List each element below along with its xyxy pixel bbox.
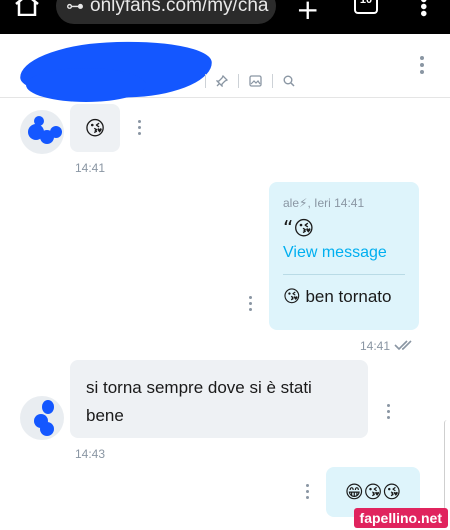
message-options-icon[interactable] (246, 296, 254, 314)
divider (272, 74, 273, 88)
browser-toolbar: ⊶ onlyfans.com/my/cha + 10 ••• (0, 0, 450, 34)
avatar[interactable] (20, 396, 64, 440)
address-bar[interactable]: ⊶ onlyfans.com/my/cha (56, 0, 276, 24)
tabs-switcher-icon[interactable]: 10 (354, 0, 378, 14)
message-text: si torna sempre dove si è stati bene (86, 378, 312, 425)
message-emoji: 😘 (84, 116, 106, 140)
pin-icon[interactable] (216, 75, 228, 87)
avatar[interactable] (20, 110, 64, 154)
browser-menu-icon[interactable]: ••• (412, 0, 434, 17)
site-settings-icon[interactable]: ⊶ (66, 0, 84, 17)
double-check-icon (394, 340, 412, 351)
header-actions (205, 74, 295, 88)
message-bubble-incoming[interactable]: 😘 (70, 104, 120, 152)
tabs-count: 10 (359, 0, 373, 6)
message-text: 😘 ben tornato (283, 287, 392, 306)
chat-options-icon[interactable] (418, 56, 426, 77)
reply-author: ale⚡, Ieri 14:41 (283, 196, 365, 210)
message-time: 14:43 (75, 447, 106, 461)
message-options-icon[interactable] (384, 404, 392, 422)
reply-divider (283, 274, 405, 275)
reply-quote: “😘 (283, 216, 315, 240)
chat-header (0, 34, 450, 103)
image-icon[interactable] (249, 75, 262, 87)
view-message-link[interactable]: View message (283, 244, 405, 262)
message-bubble-incoming[interactable]: si torna sempre dove si è stati bene (70, 360, 368, 438)
watermark: fapellino.net (353, 508, 448, 528)
message-bubble-outgoing[interactable]: ale⚡, Ieri 14:41 “😘 View message 😘 ben t… (269, 182, 419, 330)
message-emoji: 😁😘😘 (344, 481, 402, 503)
search-icon[interactable] (283, 75, 295, 87)
message-options-icon[interactable] (303, 484, 311, 502)
home-icon[interactable] (14, 0, 40, 16)
message-time: 14:41 (75, 161, 106, 175)
message-options-icon[interactable] (135, 120, 143, 138)
new-tab-icon[interactable]: + (296, 0, 319, 24)
scrollbar[interactable] (444, 420, 450, 510)
divider (205, 74, 206, 88)
redacted-username-part (26, 68, 146, 102)
url-text: onlyfans.com/my/cha (90, 0, 269, 16)
divider (238, 74, 239, 88)
message-time: 14:41 (360, 339, 391, 353)
